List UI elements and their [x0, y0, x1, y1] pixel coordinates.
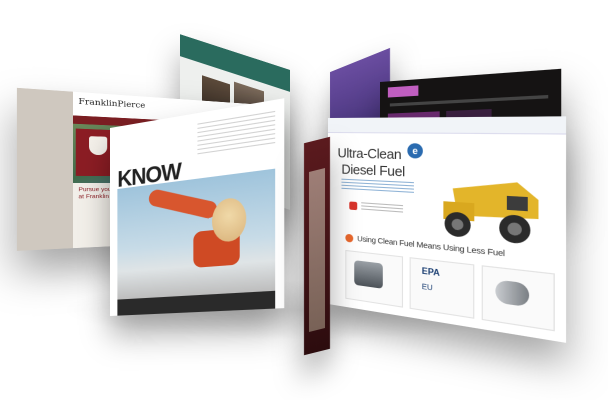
- ultra-title-line-1: Ultra-Clean: [338, 146, 402, 161]
- dark-site-nav: [390, 95, 548, 107]
- feature-card-part: [482, 265, 555, 331]
- teal-header-text: [180, 34, 290, 73]
- epa-label: EPA: [422, 266, 440, 278]
- maroon-inner-image: [309, 168, 325, 332]
- maroon-website-card: [304, 137, 330, 355]
- child-arm: [147, 188, 219, 220]
- franklin-side-panel: [17, 88, 73, 251]
- crest-icon: [89, 136, 107, 155]
- e-logo-icon: e: [407, 143, 422, 158]
- feature-card-epa: EPA EU: [410, 257, 475, 319]
- know-website-card: KNOW: [110, 98, 284, 316]
- eu-label: EU: [422, 283, 433, 292]
- feature-card-engine: [345, 250, 403, 308]
- child-head: [212, 196, 246, 243]
- red-square-icon: [349, 201, 357, 210]
- know-hero-photo: [117, 169, 275, 300]
- ultra-title-line-2: Diesel Fuel: [341, 161, 404, 179]
- ultra-small-text: [361, 202, 403, 213]
- ultra-topbar: [328, 116, 566, 134]
- ultra-subtitle-lines: [341, 179, 414, 195]
- know-menu-lines: [197, 111, 275, 156]
- ultra-clean-diesel-website-card: Ultra-Clean e Diesel Fuel Using Clean Fu…: [328, 116, 566, 343]
- part-icon: [495, 279, 529, 307]
- orange-circle-icon: [345, 234, 353, 243]
- engine-icon: [354, 260, 383, 289]
- dark-site-logo-bar: [388, 85, 419, 97]
- truck-icon: [432, 172, 547, 251]
- website-showcase: FranklinPierce Pursue your passion at Fr…: [0, 0, 608, 400]
